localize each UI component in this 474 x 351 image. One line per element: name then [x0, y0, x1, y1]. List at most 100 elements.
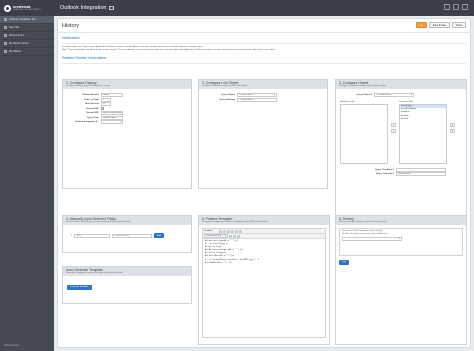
clock-icon [4, 42, 7, 45]
panel-header: 4. Manually Input Selected Fields Choose… [63, 216, 191, 225]
panel-desc: Choose tokens from the menu for manually… [66, 221, 131, 223]
code-line: ## EndDate## = ""] {# [205, 261, 232, 264]
integration-name-input[interactable]: Integration Name [112, 233, 152, 238]
sidebar-item-my-places[interactable]: My Places [0, 48, 54, 56]
format-select[interactable]: Unformatted Text [204, 234, 228, 238]
settings-icon[interactable] [462, 4, 468, 10]
help-icon[interactable] [444, 4, 450, 10]
panel-configure-display: 1. Configure Display Configure how the p… [62, 79, 192, 189]
panel-desc: If required, configure your fields in Te… [202, 221, 269, 223]
move-up-button[interactable]: ˄ [450, 122, 455, 127]
close-button[interactable]: Close [451, 22, 466, 28]
bold-icon[interactable] [219, 229, 222, 233]
panel-desc: Configure how the plugin will display th… [66, 85, 111, 87]
field-label: Record URL [86, 112, 99, 115]
plus-icon [4, 26, 7, 29]
panel-header: 2. Configure Link Object Configure the f… [199, 80, 327, 89]
user-icon[interactable] [453, 4, 459, 10]
sidebar-item-label: My Recent Items [9, 42, 29, 45]
verification-title: Verification [62, 36, 80, 40]
add-field-button[interactable]: Add [154, 233, 164, 238]
align-icon[interactable] [231, 229, 234, 233]
sidebar-item-label: New Tab [9, 26, 20, 29]
field-outlook-integration: Outlook Integration S... [63, 120, 191, 125]
save-new-button[interactable]: Save & New [428, 22, 450, 28]
sidebar-item-label: Outlook Integration Set [9, 18, 36, 21]
editor-mode-label: Template [204, 230, 213, 232]
move-right-button[interactable]: › [391, 122, 396, 127]
brand-logo[interactable]: credenza ENABLING COLLABORATION [0, 0, 52, 16]
panel-finalize-template: 5. Finalize Template If required, config… [198, 215, 330, 345]
query-order-2-input[interactable]: startDate desc [396, 172, 446, 177]
divider [62, 63, 466, 64]
brand-tagline: ENABLING COLLABORATION [13, 9, 41, 11]
italic-icon[interactable] [223, 229, 226, 233]
test-text-2: Test Results (select to connect to the O… [342, 233, 389, 235]
selected-fields-list[interactable]: activityType activityCategory startDate … [399, 103, 447, 164]
panel-auto-generate: Auto-Generate Template Generate a templa… [62, 266, 192, 304]
redo-icon[interactable] [237, 234, 240, 238]
selected-field-option[interactable]: location [400, 118, 446, 121]
test-output: Select your Outlook integration before t… [339, 228, 463, 256]
row-number: 1 [70, 234, 72, 237]
field-label: Related Section [82, 94, 99, 97]
template-code[interactable]: ## ActivityType## = ""] {# # - activityTy… [203, 239, 325, 266]
field-label: Query Object [221, 94, 235, 97]
page-title: History [62, 22, 80, 29]
top-right-tools [444, 4, 468, 10]
sidebar-item-outlook-integration[interactable]: Outlook Integration Set [0, 16, 54, 24]
field-label: Query Relation [219, 98, 235, 101]
record-url-input[interactable]: https://cloud.example [101, 111, 123, 116]
query-condition-2-input[interactable] [396, 167, 446, 172]
record-url-checkbox[interactable] [101, 107, 104, 111]
flag-button[interactable]: ▲ [416, 22, 427, 28]
field-label: Query Type [87, 116, 99, 119]
field-label: Query Condition 2 [375, 168, 394, 171]
sidebar-item-new-tab[interactable]: New Tab [0, 24, 54, 32]
undo-icon[interactable] [233, 234, 236, 238]
divider [62, 43, 466, 44]
sidebar-item-my-recent[interactable]: My Recent Items [0, 40, 54, 48]
link-icon[interactable] [239, 229, 242, 233]
sidebar-item-icon [4, 18, 7, 21]
query-object-select[interactable]: -- Please select -- [237, 93, 277, 98]
page-actions: ▲ Save & New Close [416, 22, 466, 28]
panel-header: 3. Configure Object Configure the fields… [336, 80, 466, 89]
app-grid-icon[interactable] [109, 6, 115, 10]
query-object-2-select[interactable]: -- Please select -- [374, 93, 414, 98]
token-input[interactable]: Token [74, 233, 110, 238]
query-type-select[interactable]: Related Object [101, 115, 123, 120]
query-relation-select[interactable]: -- Please select -- [237, 97, 277, 102]
sidebar: Outlook Integration Set New Tab Recent I… [0, 16, 54, 351]
panel-header: 1. Configure Display Configure how the p… [63, 80, 191, 89]
move-down-button[interactable]: ˅ [450, 128, 455, 133]
panel-desc: Generate a template based on the order o… [66, 272, 123, 274]
max-records-input[interactable]: 10 [101, 102, 111, 107]
field-label: Query Order By 2 [375, 173, 394, 176]
panel-header: 5. Finalize Template If required, config… [199, 216, 329, 225]
list-icon[interactable] [235, 229, 238, 233]
clock-icon [4, 34, 7, 37]
generate-template-button[interactable]: Generate Template [67, 284, 92, 290]
move-left-button[interactable]: ‹ [391, 128, 396, 133]
field-label: Record URL [86, 107, 99, 110]
panel-manual-fields: 4. Manually Input Selected Fields Choose… [62, 215, 192, 253]
order-on-page-input[interactable]: 1 [101, 97, 111, 102]
sidebar-footer[interactable]: Administration [4, 344, 19, 347]
source-icon[interactable] [229, 234, 232, 238]
panel-header: Auto-Generate Template Generate a templa… [63, 267, 191, 276]
available-fields-list[interactable] [340, 103, 388, 164]
underline-icon[interactable] [227, 229, 230, 233]
sidebar-item-label: My Places [9, 50, 21, 53]
test-select[interactable] [342, 237, 402, 241]
sidebar-item-recent[interactable]: Recent Items [0, 32, 54, 40]
outlook-integration-select[interactable] [101, 120, 123, 125]
app-title: Outlook Integration [60, 5, 107, 11]
panel-testing: 6. Testing Test the settings to ensure i… [335, 215, 467, 345]
panel-configure-object: 3. Configure Object Configure the fields… [335, 79, 467, 229]
panel-header: 6. Testing Test the settings to ensure i… [336, 216, 466, 225]
test-button[interactable]: Test [339, 259, 350, 265]
app-title-wrap: Outlook Integration [60, 5, 115, 11]
related-section-input[interactable]: History [101, 93, 123, 98]
template-editor[interactable]: Template Unformatted Text ## ActivityTyp… [202, 228, 326, 338]
